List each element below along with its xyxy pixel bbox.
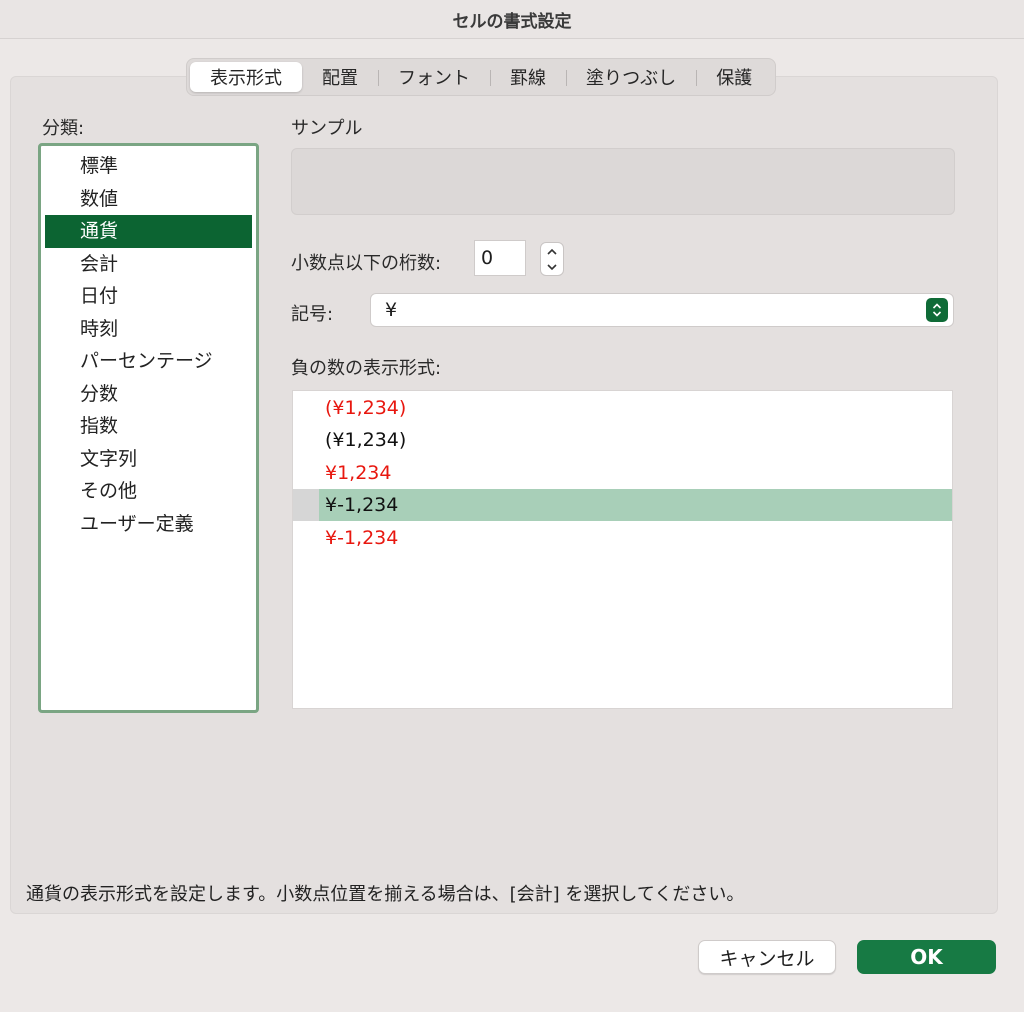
decimal-places-label: 小数点以下の桁数: [291,253,442,274]
symbol-label: 記号: [291,304,334,325]
negative-format-item[interactable]: (¥1,234) [293,392,952,424]
title-bar: セルの書式設定 [0,0,1024,39]
negative-format-list[interactable]: (¥1,234) (¥1,234) ¥1,234 ¥-1,234 ¥-1,234 [292,390,953,709]
category-item-standard[interactable]: 標準 [45,150,252,183]
description-text: 通貨の表示形式を設定します。小数点位置を揃える場合は、[会計] を選択してくださ… [26,884,745,905]
category-item-accounting[interactable]: 会計 [45,248,252,281]
negative-format-label: 負の数の表示形式: [291,358,442,379]
category-item-time[interactable]: 時刻 [45,313,252,346]
category-label: 分類: [42,118,85,139]
tab-bar: 表示形式 配置 フォント 罫線 塗りつぶし 保護 [186,58,777,96]
chevron-down-icon[interactable] [547,260,557,274]
decimal-places-stepper[interactable] [540,242,564,276]
ok-button[interactable]: OK [857,940,996,974]
tab-font[interactable]: フォント [378,62,490,92]
chevron-up-icon[interactable] [547,244,557,258]
tab-fill[interactable]: 塗りつぶし [566,62,696,92]
sample-preview [291,148,955,215]
negative-format-item-selected[interactable]: ¥-1,234 [293,489,952,521]
dialog-title: セルの書式設定 [452,11,572,32]
sample-label: サンプル [291,118,363,139]
symbol-value: ¥ [385,299,398,321]
category-item-currency[interactable]: 通貨 [45,215,252,248]
tab-border[interactable]: 罫線 [490,62,566,92]
negative-format-item[interactable]: (¥1,234) [293,424,952,456]
tab-number-format[interactable]: 表示形式 [190,62,302,92]
category-item-number[interactable]: 数値 [45,183,252,216]
category-item-fraction[interactable]: 分数 [45,378,252,411]
cancel-button[interactable]: キャンセル [698,940,836,974]
select-arrows-icon[interactable] [926,298,948,322]
category-item-text[interactable]: 文字列 [45,443,252,476]
category-item-date[interactable]: 日付 [45,280,252,313]
tab-alignment[interactable]: 配置 [302,62,378,92]
negative-format-item[interactable]: ¥-1,234 [293,522,952,554]
tab-protection[interactable]: 保護 [696,62,772,92]
decimal-places-input[interactable]: 0 [474,240,526,276]
negative-format-item[interactable]: ¥1,234 [293,457,952,489]
category-list[interactable]: 標準 数値 通貨 会計 日付 時刻 パーセンテージ 分数 指数 文字列 その他 … [38,143,259,713]
symbol-select[interactable]: ¥ [370,293,954,327]
category-item-custom[interactable]: ユーザー定義 [45,508,252,541]
category-item-special[interactable]: その他 [45,475,252,508]
category-item-percentage[interactable]: パーセンテージ [45,345,252,378]
category-item-scientific[interactable]: 指数 [45,410,252,443]
